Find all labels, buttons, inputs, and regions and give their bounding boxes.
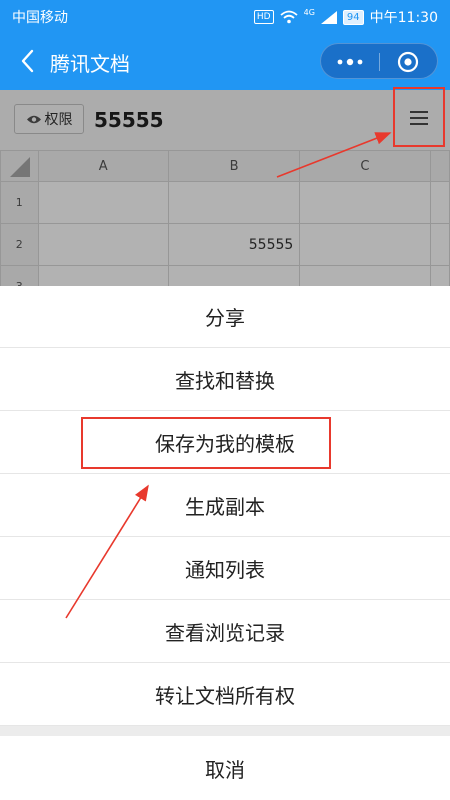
clock-label: 中午11:30 (369, 10, 438, 26)
app-title: 腾讯文档 (50, 52, 130, 76)
mini-program-titlebar: 腾讯文档 (0, 32, 450, 90)
hd-badge: HD (253, 10, 274, 24)
menu-item-view-history[interactable]: 查看浏览记录 (0, 601, 450, 663)
menu-item-find-replace[interactable]: 查找和替换 (0, 349, 450, 411)
menu-item-notification-list[interactable]: 通知列表 (0, 538, 450, 600)
cancel-button[interactable]: 取消 (0, 736, 450, 800)
status-indicators: HD 4G 94 中午11:30 (253, 7, 438, 27)
wifi-icon (280, 10, 298, 24)
battery-indicator: 94 (342, 9, 364, 25)
more-dots-icon[interactable] (333, 53, 367, 71)
capsule-divider (379, 53, 380, 71)
sheet-separator (0, 726, 450, 736)
annotation-highlight-box (81, 417, 331, 469)
capsule-menu (320, 43, 438, 79)
carrier-label: 中国移动 (12, 10, 68, 26)
menu-item-transfer-ownership[interactable]: 转让文档所有权 (0, 664, 450, 726)
network-type-label: 4G (303, 7, 315, 17)
signal-icon (320, 10, 337, 24)
menu-item-make-copy[interactable]: 生成副本 (0, 475, 450, 537)
status-bar: 中国移动 HD 4G 94 中午11:30 (0, 0, 450, 32)
menu-item-share[interactable]: 分享 (0, 286, 450, 348)
hamburger-menu-button[interactable] (393, 87, 445, 147)
action-sheet: 分享 查找和替换 保存为我的模板 生成副本 通知列表 查看浏览记录 转让文档所有… (0, 286, 450, 800)
back-chevron-icon[interactable] (18, 48, 40, 74)
hamburger-menu-icon (410, 111, 428, 125)
close-target-icon[interactable] (397, 51, 419, 73)
modal-dim-overlay[interactable] (0, 90, 450, 286)
